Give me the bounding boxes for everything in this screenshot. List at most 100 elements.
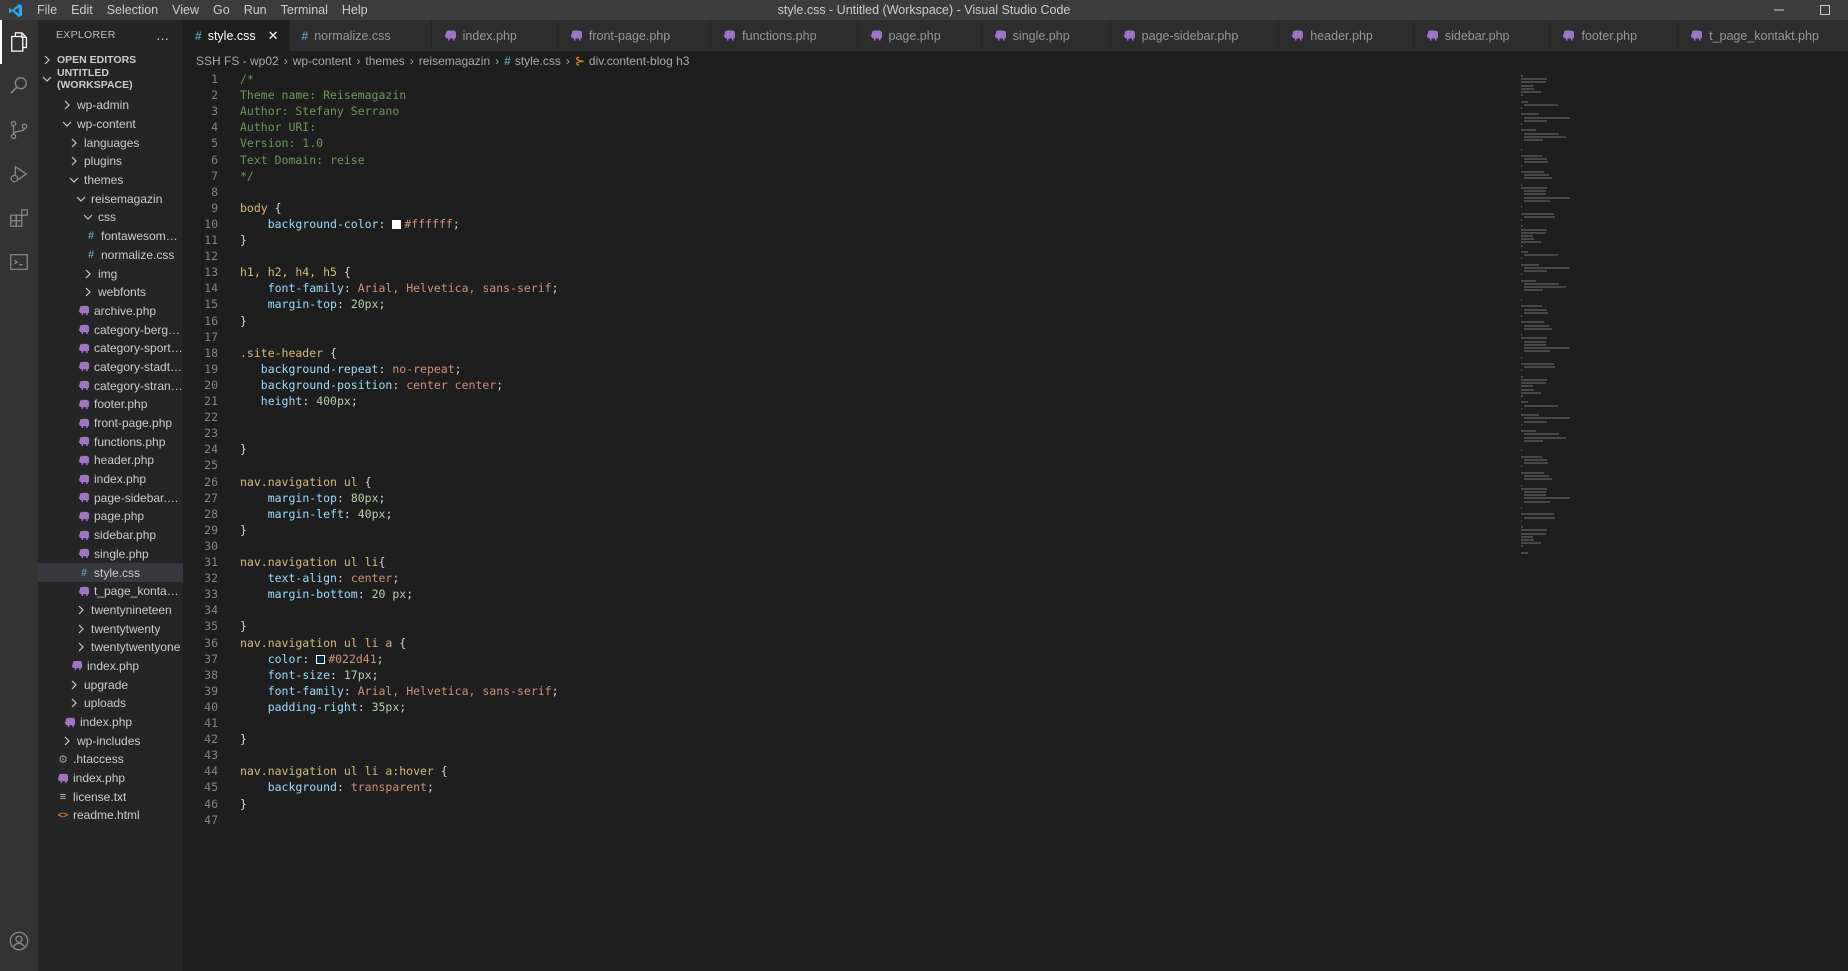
file-item[interactable]: index.php [38,769,183,788]
file-item[interactable]: front-page.php [38,414,183,433]
tab-t-page-kontakt-php[interactable]: t_page_kontakt.php [1678,20,1848,51]
menu-help[interactable]: Help [335,0,375,20]
folder-item[interactable]: reisemagazin [38,189,183,208]
workspace-section[interactable]: UNTITLED (WORKSPACE) [38,67,183,91]
menu-go[interactable]: Go [206,0,237,20]
extensions-icon[interactable] [0,196,38,240]
tab-functions-php[interactable]: functions.php [711,20,858,51]
line-number: 17 [204,329,218,344]
folder-item[interactable]: twentytwenty [38,619,183,638]
file-item[interactable]: sidebar.php [38,526,183,545]
folder-item[interactable]: uploads [38,694,183,713]
file-item[interactable]: t_page_kontakt.... [38,582,183,601]
folder-item[interactable]: twentytwentyone [38,638,183,657]
folder-item[interactable]: twentynineteen [38,601,183,620]
file-item[interactable]: # normalize.css [38,246,183,265]
menu-run[interactable]: Run [237,0,274,20]
folder-item[interactable]: wp-admin [38,96,183,115]
folder-item[interactable]: css [38,208,183,227]
tab-normalize-css[interactable]: # normalize.css [289,20,432,51]
minimap-line [1521,273,1523,276]
file-item[interactable]: functions.php [38,432,183,451]
minimize-icon[interactable] [1756,0,1802,20]
file-item[interactable]: footer.php [38,395,183,414]
file-item[interactable]: category-berge... [38,320,183,339]
explorer-icon[interactable] [0,20,38,64]
file-item[interactable]: # style.css [38,563,183,582]
tab-page-sidebar-php[interactable]: page-sidebar.php [1110,20,1280,51]
file-item[interactable]: archive.php [38,302,183,321]
maximize-icon[interactable] [1802,0,1848,20]
file-item[interactable]: category-stadtr... [38,358,183,377]
file-item[interactable]: index.php [38,470,183,489]
breadcrumb-reisemagazin[interactable]: reisemagazin [419,54,490,68]
run-debug-icon[interactable] [0,152,38,196]
file-item[interactable]: single.php [38,545,183,564]
file-item[interactable]: # fontawesome.... [38,227,183,246]
more-actions-icon[interactable]: ... [156,27,169,43]
remote-explorer-icon[interactable] [0,240,38,284]
color-swatch[interactable] [316,654,326,664]
menu-edit[interactable]: Edit [64,0,100,20]
file-item[interactable]: header.php [38,451,183,470]
code-text: color: #022d41; [267,651,384,666]
minimap[interactable] [1513,71,1583,971]
breadcrumb-file[interactable]: style.css [515,54,561,68]
source-control-icon[interactable] [0,108,38,152]
color-swatch[interactable] [392,219,402,229]
tree-item-label: license.txt [73,789,127,804]
file-item[interactable]: category-strand... [38,376,183,395]
breadcrumb-remote[interactable]: SSH FS - wp02 [196,54,279,68]
menu-file[interactable]: File [30,0,64,20]
tree-item-label: twentynineteen [91,602,172,617]
folder-item[interactable]: plugins [38,152,183,171]
tree-item-label: header.php [94,453,155,468]
tab-front-page-php[interactable]: front-page.php [557,20,712,51]
folder-item[interactable]: wp-includes [38,731,183,750]
tab-sidebar-php[interactable]: sidebar.php [1413,20,1551,51]
close-icon[interactable]: ✕ [268,28,279,44]
minimap-line [1524,497,1570,500]
tab-index-php[interactable]: index.php [431,20,558,51]
minimap-line [1521,257,1523,260]
minimap-line [1521,251,1528,253]
tab-header-php[interactable]: header.php [1279,20,1414,51]
tab-style-css[interactable]: # style.css ✕ [183,20,290,51]
breadcrumb-themes[interactable]: themes [365,54,404,68]
file-item[interactable]: index.php [38,713,183,732]
line-number: 16 [204,313,218,328]
css-file-icon: # [504,54,511,68]
tab-page-php[interactable]: page.php [857,20,982,51]
tree-item-label: languages [84,135,140,150]
file-item[interactable]: <> readme.html [38,806,183,825]
minimap-line [1521,532,1547,535]
minimap-line [1521,81,1547,84]
menu-view[interactable]: View [165,0,206,20]
line-number: 24 [204,442,218,457]
folder-item[interactable]: upgrade [38,675,183,694]
editor-scrollbar[interactable] [1583,71,1597,971]
tab-label: style.css [207,28,256,43]
folder-item[interactable]: wp-content [38,115,183,134]
breadcrumb-wp-content[interactable]: wp-content [293,54,352,68]
menu-terminal[interactable]: Terminal [274,0,335,20]
folder-item[interactable]: languages [38,133,183,152]
folder-item[interactable]: themes [38,171,183,190]
menu-selection[interactable]: Selection [100,0,165,20]
folder-item[interactable]: img [38,264,183,283]
tab-footer-php[interactable]: footer.php [1550,20,1679,51]
file-item[interactable]: page-sidebar.php [38,488,183,507]
file-item[interactable]: ⚙ .htaccess [38,750,183,769]
file-item[interactable]: category-sport.... [38,339,183,358]
file-item[interactable]: ≡ license.txt [38,787,183,806]
code-editor[interactable]: 1 /* 2 Theme name: Reisemagazin 3 Author: Ste… [183,71,1513,971]
search-icon[interactable] [0,64,38,108]
code-text: } [240,796,247,811]
breadcrumb-symbol[interactable]: div.content-blog h3 [589,54,690,68]
tab-single-php[interactable]: single.php [981,20,1111,51]
folder-item[interactable]: webfonts [38,283,183,302]
minimap-line [1521,430,1537,433]
file-item[interactable]: index.php [38,657,183,676]
accounts-icon[interactable] [0,919,38,963]
file-item[interactable]: page.php [38,507,183,526]
